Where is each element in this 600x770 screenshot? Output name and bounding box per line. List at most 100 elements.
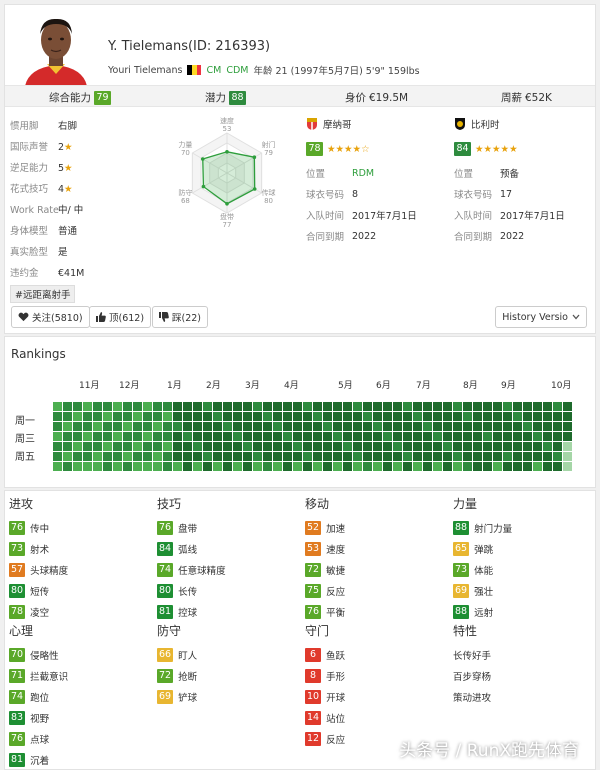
heatmap-cell[interactable] bbox=[453, 422, 462, 431]
heatmap-cell[interactable] bbox=[63, 442, 72, 451]
heatmap-cell[interactable] bbox=[443, 412, 452, 421]
heatmap-cell[interactable] bbox=[173, 412, 182, 421]
heatmap-cell[interactable] bbox=[533, 452, 542, 461]
heatmap-cell[interactable] bbox=[463, 442, 472, 451]
heatmap-cell[interactable] bbox=[563, 452, 572, 461]
heatmap-cell[interactable] bbox=[243, 452, 252, 461]
heatmap-cell[interactable] bbox=[483, 452, 492, 461]
heatmap-cell[interactable] bbox=[173, 432, 182, 441]
heatmap-cell[interactable] bbox=[383, 432, 392, 441]
heatmap-cell[interactable] bbox=[333, 452, 342, 461]
heatmap-cell[interactable] bbox=[483, 422, 492, 431]
heatmap-cell[interactable] bbox=[213, 442, 222, 451]
heatmap-cell[interactable] bbox=[383, 462, 392, 471]
heatmap-cell[interactable] bbox=[513, 462, 522, 471]
heatmap-cell[interactable] bbox=[93, 442, 102, 451]
heatmap-cell[interactable] bbox=[173, 452, 182, 461]
heatmap-cell[interactable] bbox=[333, 462, 342, 471]
heatmap-cell[interactable] bbox=[413, 402, 422, 411]
heatmap-cell[interactable] bbox=[403, 452, 412, 461]
heatmap-cell[interactable] bbox=[273, 402, 282, 411]
heatmap-cell[interactable] bbox=[283, 412, 292, 421]
heatmap-cell[interactable] bbox=[213, 432, 222, 441]
heatmap-cell[interactable] bbox=[53, 462, 62, 471]
heatmap-cell[interactable] bbox=[203, 452, 212, 461]
heatmap-cell[interactable] bbox=[373, 422, 382, 431]
heatmap-cell[interactable] bbox=[493, 442, 502, 451]
heatmap-cell[interactable] bbox=[203, 412, 212, 421]
heatmap-cell[interactable] bbox=[83, 432, 92, 441]
heatmap-cell[interactable] bbox=[393, 432, 402, 441]
heatmap-cell[interactable] bbox=[343, 442, 352, 451]
heatmap-cell[interactable] bbox=[493, 422, 502, 431]
heatmap-cell[interactable] bbox=[253, 442, 262, 451]
heatmap-cell[interactable] bbox=[483, 442, 492, 451]
follow-button[interactable]: 关注(5810) bbox=[11, 306, 90, 328]
heatmap-cell[interactable] bbox=[343, 432, 352, 441]
heatmap-cell[interactable] bbox=[103, 422, 112, 431]
heatmap-cell[interactable] bbox=[473, 462, 482, 471]
heatmap-cell[interactable] bbox=[273, 412, 282, 421]
heatmap-cell[interactable] bbox=[373, 442, 382, 451]
heatmap-cell[interactable] bbox=[393, 412, 402, 421]
heatmap-cell[interactable] bbox=[73, 402, 82, 411]
heatmap-cell[interactable] bbox=[513, 412, 522, 421]
heatmap-cell[interactable] bbox=[323, 432, 332, 441]
heatmap-cell[interactable] bbox=[133, 442, 142, 451]
heatmap-cell[interactable] bbox=[203, 422, 212, 431]
heatmap-cell[interactable] bbox=[293, 452, 302, 461]
heatmap-cell[interactable] bbox=[363, 462, 372, 471]
heatmap-cell[interactable] bbox=[373, 432, 382, 441]
heatmap-cell[interactable] bbox=[93, 412, 102, 421]
heatmap-cell[interactable] bbox=[553, 422, 562, 431]
heatmap-cell[interactable] bbox=[223, 432, 232, 441]
heatmap-cell[interactable] bbox=[53, 422, 62, 431]
heatmap-cell[interactable] bbox=[103, 432, 112, 441]
heatmap-cell[interactable] bbox=[413, 452, 422, 461]
downvote-button[interactable]: 踩(22) bbox=[152, 306, 209, 328]
heatmap-cell[interactable] bbox=[463, 462, 472, 471]
heatmap-cell[interactable] bbox=[243, 462, 252, 471]
heatmap-cell[interactable] bbox=[283, 452, 292, 461]
heatmap-cell[interactable] bbox=[473, 412, 482, 421]
heatmap-cell[interactable] bbox=[453, 452, 462, 461]
heatmap-cell[interactable] bbox=[63, 432, 72, 441]
heatmap-cell[interactable] bbox=[193, 452, 202, 461]
heatmap-cell[interactable] bbox=[383, 452, 392, 461]
heatmap-cell[interactable] bbox=[563, 442, 572, 451]
heatmap-cell[interactable] bbox=[523, 412, 532, 421]
heatmap-cell[interactable] bbox=[153, 442, 162, 451]
heatmap-cell[interactable] bbox=[263, 442, 272, 451]
heatmap-cell[interactable] bbox=[553, 462, 562, 471]
heatmap-cell[interactable] bbox=[473, 432, 482, 441]
heatmap-cell[interactable] bbox=[343, 402, 352, 411]
heatmap-cell[interactable] bbox=[423, 402, 432, 411]
heatmap-cell[interactable] bbox=[403, 402, 412, 411]
heatmap-cell[interactable] bbox=[403, 412, 412, 421]
heatmap-cell[interactable] bbox=[343, 422, 352, 431]
heatmap-cell[interactable] bbox=[523, 442, 532, 451]
heatmap-cell[interactable] bbox=[133, 452, 142, 461]
heatmap-cell[interactable] bbox=[333, 422, 342, 431]
heatmap-cell[interactable] bbox=[63, 412, 72, 421]
heatmap-cell[interactable] bbox=[173, 462, 182, 471]
heatmap-cell[interactable] bbox=[273, 432, 282, 441]
heatmap-cell[interactable] bbox=[293, 402, 302, 411]
heatmap-cell[interactable] bbox=[543, 412, 552, 421]
heatmap-cell[interactable] bbox=[383, 442, 392, 451]
heatmap-cell[interactable] bbox=[533, 462, 542, 471]
heatmap-cell[interactable] bbox=[103, 462, 112, 471]
heatmap-cell[interactable] bbox=[333, 432, 342, 441]
heatmap-cell[interactable] bbox=[543, 422, 552, 431]
heatmap-cell[interactable] bbox=[223, 402, 232, 411]
heatmap-cell[interactable] bbox=[383, 422, 392, 431]
heatmap-cell[interactable] bbox=[513, 422, 522, 431]
heatmap-cell[interactable] bbox=[293, 462, 302, 471]
heatmap-cell[interactable] bbox=[183, 402, 192, 411]
heatmap-cell[interactable] bbox=[83, 412, 92, 421]
heatmap-cell[interactable] bbox=[553, 402, 562, 411]
heatmap-cell[interactable] bbox=[493, 402, 502, 411]
heatmap-cell[interactable] bbox=[503, 432, 512, 441]
heatmap-cell[interactable] bbox=[113, 402, 122, 411]
heatmap-cell[interactable] bbox=[143, 422, 152, 431]
